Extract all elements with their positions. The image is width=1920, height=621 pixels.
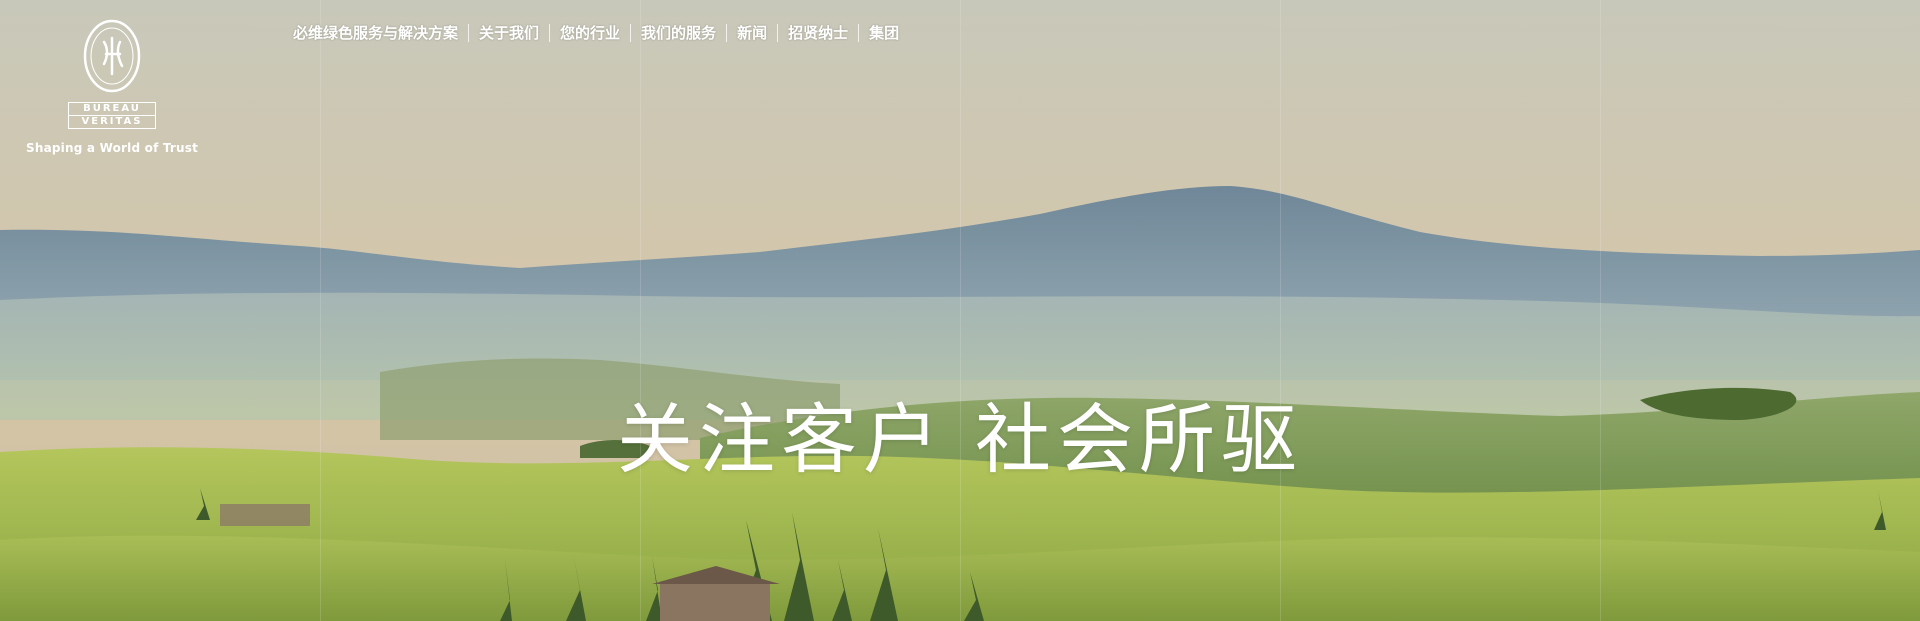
nav-separator [630,23,632,42]
main-nav: 必维绿色服务与解决方案 关于我们 您的行业 我们的服务 新闻 招贤纳士 集团 [293,22,899,43]
nav-item-group[interactable]: 集团 [869,22,899,43]
panel-divider [320,0,321,621]
hero-banner [0,0,1920,621]
hero-headline: 关注客户 社会所驱 [0,395,1920,485]
nav-separator [777,23,779,42]
nav-item-about-us[interactable]: 关于我们 [479,22,539,43]
brand-tagline: Shaping a World of Trust [26,141,199,155]
nav-item-green-services[interactable]: 必维绿色服务与解决方案 [293,22,458,43]
panel-divider [640,0,641,621]
nav-item-careers[interactable]: 招贤纳士 [788,22,848,43]
nav-separator [468,23,470,42]
hero-headline-part2: 社会所驱 [975,394,1303,484]
nav-separator [858,23,860,42]
brand-logo[interactable]: BUREAU VERITAS Shaping a World of Trust [26,18,198,155]
panel-divider [960,0,961,621]
nav-item-news[interactable]: 新闻 [737,22,767,43]
nav-separator [549,23,551,42]
nav-separator [726,23,728,42]
bureau-veritas-seal-icon [83,19,141,93]
nav-item-our-services[interactable]: 我们的服务 [641,22,716,43]
logo-word-top: BUREAU [83,103,141,114]
hero-headline-part1: 关注客户 [617,394,945,484]
logo-wordmark: BUREAU VERITAS [68,102,156,129]
logo-word-bottom: VERITAS [69,115,155,128]
panel-divider [1280,0,1281,621]
panel-divider [1600,0,1601,621]
nav-item-your-industry[interactable]: 您的行业 [560,22,620,43]
